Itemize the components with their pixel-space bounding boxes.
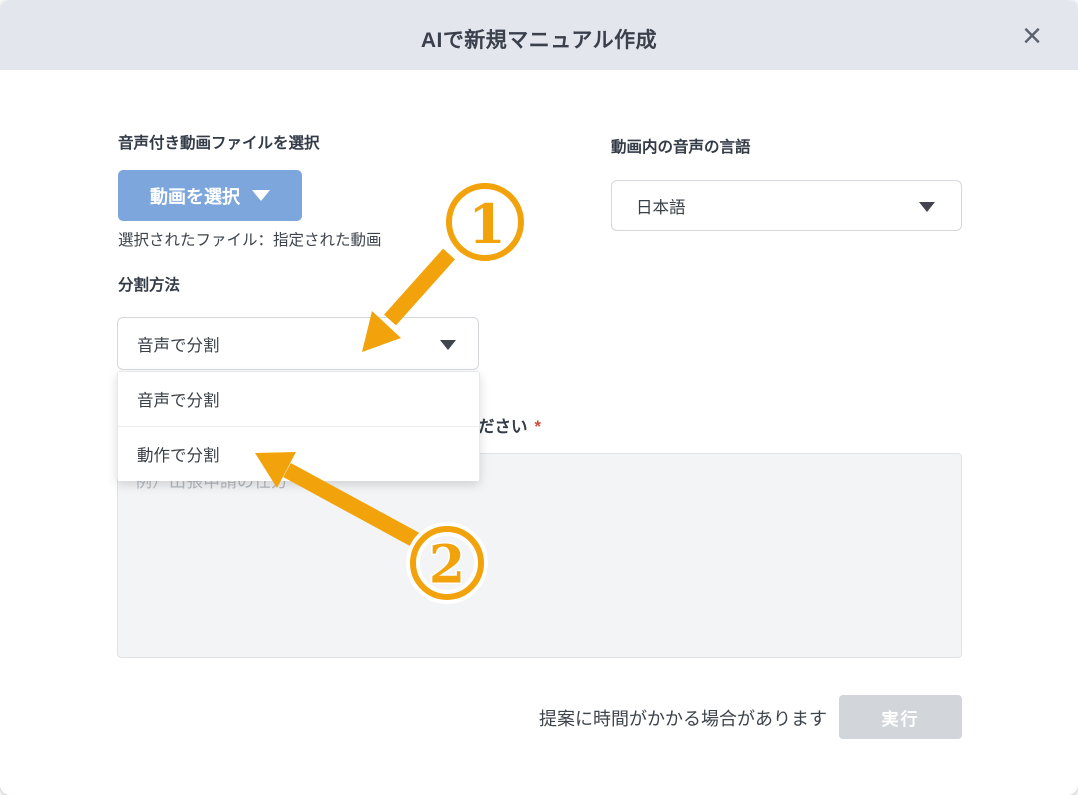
- required-asterisk: *: [535, 418, 541, 436]
- step1-number: 1: [468, 192, 506, 256]
- dialog-header: AIで新規マニュアル作成 ×: [0, 0, 1078, 70]
- dialog-title: AIで新規マニュアル作成: [0, 24, 1078, 54]
- audio-language-label: 動画内の音声の言語: [611, 135, 751, 157]
- description-label-text: ださい: [478, 418, 528, 436]
- dropdown-option-split-by-audio[interactable]: 音声で分割: [118, 372, 479, 426]
- selected-file-text: 選択されたファイル：指定された動画: [118, 228, 382, 250]
- language-select[interactable]: 日本語: [611, 180, 962, 231]
- split-method-select[interactable]: 音声で分割: [117, 317, 479, 370]
- video-file-label: 音声付き動画ファイルを選択: [118, 131, 320, 153]
- run-button[interactable]: 実行: [839, 695, 962, 739]
- close-button[interactable]: ×: [1010, 14, 1054, 58]
- description-textarea[interactable]: [117, 453, 962, 658]
- description-label-fragment: ださい *: [478, 413, 541, 437]
- split-method-select-value: 音声で分割: [137, 332, 220, 356]
- ai-manual-dialog: AIで新規マニュアル作成 × 音声付き動画ファイルを選択 動画を選択 選択された…: [0, 0, 1078, 795]
- close-icon: ×: [1022, 17, 1042, 55]
- dropdown-caret-icon: [919, 202, 935, 212]
- dropdown-caret-icon: [440, 340, 456, 350]
- dropdown-caret-icon: [252, 190, 270, 201]
- language-select-value: 日本語: [636, 194, 686, 218]
- dropdown-option-split-by-action[interactable]: 動作で分割: [118, 427, 479, 481]
- footer-note: 提案に時間がかかる場合があります: [539, 705, 827, 731]
- split-method-label: 分割方法: [118, 273, 180, 295]
- select-video-button[interactable]: 動画を選択: [118, 170, 302, 221]
- step1-circle-badge: 1: [449, 186, 521, 258]
- split-method-dropdown-list: 音声で分割 動作で分割: [117, 371, 480, 481]
- select-video-button-label: 動画を選択: [150, 183, 240, 209]
